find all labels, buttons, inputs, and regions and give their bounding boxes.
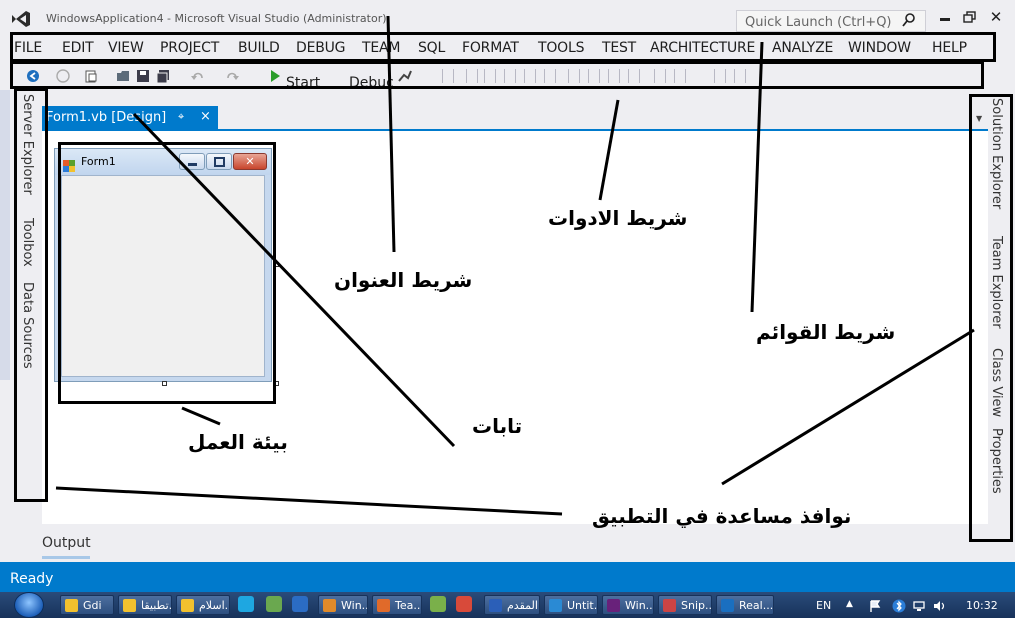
annotation-helper-windows-label: نوافذ مساعدة في التطبيق [592,504,851,528]
taskbar-label: Gdi [83,599,102,612]
status-text: Ready [10,571,53,587]
windows-start-button[interactable] [14,592,44,618]
taskbar-item-win-1[interactable]: Win... [318,595,368,615]
taskbar-item-folder-2[interactable]: تطبيقا.. [118,595,172,615]
visual-studio-icon [607,599,620,612]
taskbar-label: Win... [341,599,368,612]
word-icon [489,599,502,612]
taskbar-label: Win... [625,599,654,612]
annotation-menu-bar-label: شريط القوائم [756,320,895,344]
quick-launch-input[interactable]: Quick Launch (Ctrl+Q) [736,10,926,32]
taskbar-label: اسلام.. [199,599,230,612]
tab-close-icon[interactable]: × [200,109,211,124]
app-icon [323,599,336,612]
bluetooth-icon[interactable] [892,598,906,612]
document-tab-form1-design[interactable]: Form1.vb [Design] ⌖ × [42,106,218,130]
skype-icon[interactable] [238,596,254,612]
paint-icon [549,599,562,612]
status-bar: Ready [0,562,1015,592]
taskbar-item-visual-studio[interactable]: Win... [602,595,654,615]
minimize-button[interactable] [936,10,954,26]
taskbar-item-snipping-tool[interactable]: Snip... [658,595,712,615]
window-title: WindowsApplication4 - Microsoft Visual S… [46,12,387,25]
language-indicator[interactable]: EN [816,599,831,612]
taskbar-label: Snip... [681,599,712,612]
restore-button[interactable] [960,10,980,26]
visual-studio-logo-icon [10,10,32,28]
taskbar-item-untitled[interactable]: Untit... [544,595,598,615]
annotation-box-toolbar [10,61,984,89]
document-tab-label: Form1.vb [Design] [46,110,166,125]
network-icon[interactable] [912,598,926,612]
media-player-icon [721,599,734,612]
left-scroll-strip [0,90,10,380]
annotation-box-right-tool-windows [969,94,1013,542]
action-center-flag-icon[interactable] [868,598,882,612]
scissors-icon [663,599,676,612]
taskbar-label: تطبيقا.. [141,599,172,612]
system-clock[interactable]: 10:32 [966,599,998,612]
annotation-toolbar-label: شريط الادوات [548,206,687,230]
chrome-icon[interactable] [456,596,472,612]
firefox-icon [377,599,390,612]
taskbar-item-tea[interactable]: Tea... [372,595,422,615]
folder-icon [123,599,136,612]
app-icon[interactable] [266,596,282,612]
taskbar-label: Untit... [567,599,598,612]
quick-launch-placeholder: Quick Launch (Ctrl+Q) [745,15,892,30]
annotation-box-left-tool-windows [14,88,48,502]
annotation-box-menu-bar [10,32,996,62]
pin-icon[interactable]: ⌖ [178,110,184,124]
taskbar-label: Real... [739,599,773,612]
annotation-tabs-label: تابات [472,414,522,438]
close-button[interactable]: ✕ [986,8,1006,26]
annotation-box-workspace [58,142,276,404]
output-tab-underline [42,556,90,559]
tab-output[interactable]: Output [42,535,91,551]
show-hidden-icons-icon[interactable]: ▲ [846,599,853,609]
taskbar-label: Tea... [395,599,422,612]
taskbar-item-word[interactable]: المقدم.. [484,595,540,615]
internet-explorer-icon[interactable] [292,596,308,612]
taskbar-label: المقدم.. [507,599,540,612]
annotation-workspace-label: بيئة العمل [188,430,288,454]
volume-icon[interactable] [932,598,946,612]
search-icon[interactable] [902,12,916,26]
taskbar-item-gdi[interactable]: Gdi [60,595,114,615]
annotation-title-bar-label: شريط العنوان [334,268,472,292]
folder-icon [181,599,194,612]
app-icon[interactable] [430,596,446,612]
taskbar-item-realplayer[interactable]: Real... [716,595,774,615]
folder-icon [65,599,78,612]
windows-taskbar: Gdi تطبيقا.. اسلام.. Win... Tea... المقد… [0,592,1015,618]
taskbar-item-folder-3[interactable]: اسلام.. [176,595,230,615]
